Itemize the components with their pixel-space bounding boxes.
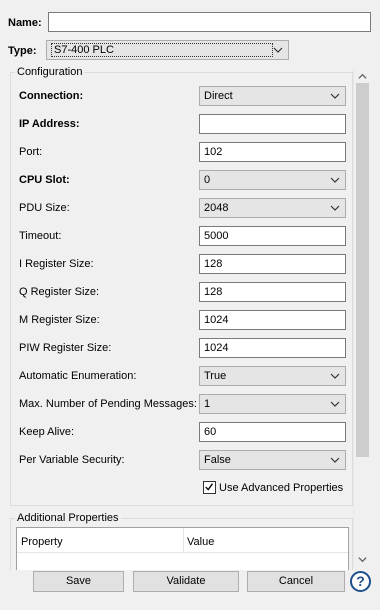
ip-address-input[interactable] — [199, 114, 346, 134]
i-register-size-input[interactable]: 128 — [199, 254, 346, 274]
properties-header-row: Property Value — [17, 528, 348, 553]
q-register-size-input[interactable]: 128 — [199, 282, 346, 302]
cpu-slot-label: CPU Slot: — [19, 174, 70, 186]
port-input[interactable]: 102 — [199, 142, 346, 162]
i-register-size-label: I Register Size: — [19, 258, 94, 270]
pdu-size-value: 2048 — [204, 202, 229, 214]
help-icon[interactable]: ? — [350, 571, 371, 592]
piw-register-size-input[interactable]: 1024 — [199, 338, 346, 358]
pdu-size-label: PDU Size: — [19, 202, 70, 214]
chevron-down-icon — [330, 373, 340, 379]
configuration-title: Configuration — [15, 66, 85, 78]
per-variable-security-label: Per Variable Security: — [19, 454, 125, 466]
scrollbar[interactable] — [353, 68, 370, 568]
cpu-slot-value: 0 — [204, 174, 211, 186]
cancel-button[interactable]: Cancel — [247, 571, 345, 592]
help-icon-glyph: ? — [356, 573, 365, 589]
automatic-enumeration-value: True — [204, 370, 227, 382]
i-register-size-value: 128 — [204, 258, 223, 270]
column-header-property[interactable]: Property — [21, 535, 63, 549]
validate-button[interactable]: Validate — [133, 571, 239, 592]
checkmark-icon — [205, 483, 214, 491]
port-label: Port: — [19, 146, 43, 158]
max-number-of-pending-messages-label: Max. Number of Pending Messages: — [19, 398, 197, 410]
timeout-label: Timeout: — [19, 230, 62, 242]
advanced-properties-label: Use Advanced Properties — [219, 482, 344, 494]
column-divider — [183, 528, 184, 553]
scrollbar-thumb[interactable] — [356, 83, 369, 457]
m-register-size-value: 1024 — [204, 314, 229, 326]
type-select-value: S7-400 PLC — [51, 43, 273, 57]
m-register-size-input[interactable]: 1024 — [199, 310, 346, 330]
cpu-slot-select[interactable]: 0 — [199, 170, 346, 190]
name-input[interactable] — [48, 12, 371, 32]
timeout-input[interactable]: 5000 — [199, 226, 346, 246]
save-button[interactable]: Save — [33, 571, 124, 592]
chevron-down-icon — [330, 457, 340, 463]
connection-select[interactable]: Direct — [199, 86, 346, 106]
pdu-size-select[interactable]: 2048 — [199, 198, 346, 218]
scroll-down-icon[interactable] — [358, 555, 367, 564]
port-value: 102 — [204, 146, 223, 158]
automatic-enumeration-select[interactable]: True — [199, 366, 346, 386]
piw-register-size-value: 1024 — [204, 342, 229, 354]
additional-properties-title: Additional Properties — [15, 512, 121, 524]
chevron-down-icon — [330, 177, 340, 183]
ip-address-label: IP Address: — [19, 118, 80, 130]
properties-table: Property Value — [16, 527, 349, 570]
advanced-properties-checkbox[interactable] — [203, 481, 216, 494]
keep-alive-value: 60 — [204, 426, 217, 438]
connection-value: Direct — [204, 90, 233, 102]
chevron-down-icon — [273, 47, 283, 53]
q-register-size-value: 128 — [204, 286, 223, 298]
per-variable-security-select[interactable]: False — [199, 450, 346, 470]
chevron-down-icon — [330, 93, 340, 99]
connection-label: Connection: — [19, 90, 84, 102]
keep-alive-input[interactable]: 60 — [199, 422, 346, 442]
max-number-of-pending-messages-select[interactable]: 1 — [199, 394, 346, 414]
chevron-down-icon — [330, 205, 340, 211]
type-select[interactable]: S7-400 PLC — [46, 40, 289, 60]
q-register-size-label: Q Register Size: — [19, 286, 100, 298]
scroll-up-icon[interactable] — [358, 72, 367, 81]
type-label: Type: — [8, 45, 37, 57]
per-variable-security-value: False — [204, 454, 231, 466]
name-label: Name: — [8, 17, 42, 29]
piw-register-size-label: PIW Register Size: — [19, 342, 112, 354]
timeout-value: 5000 — [204, 230, 229, 242]
column-header-value[interactable]: Value — [187, 535, 214, 549]
automatic-enumeration-label: Automatic Enumeration: — [19, 370, 137, 382]
m-register-size-label: M Register Size: — [19, 314, 100, 326]
max-number-of-pending-messages-value: 1 — [204, 398, 211, 410]
keep-alive-label: Keep Alive: — [19, 426, 75, 438]
chevron-down-icon — [330, 401, 340, 407]
